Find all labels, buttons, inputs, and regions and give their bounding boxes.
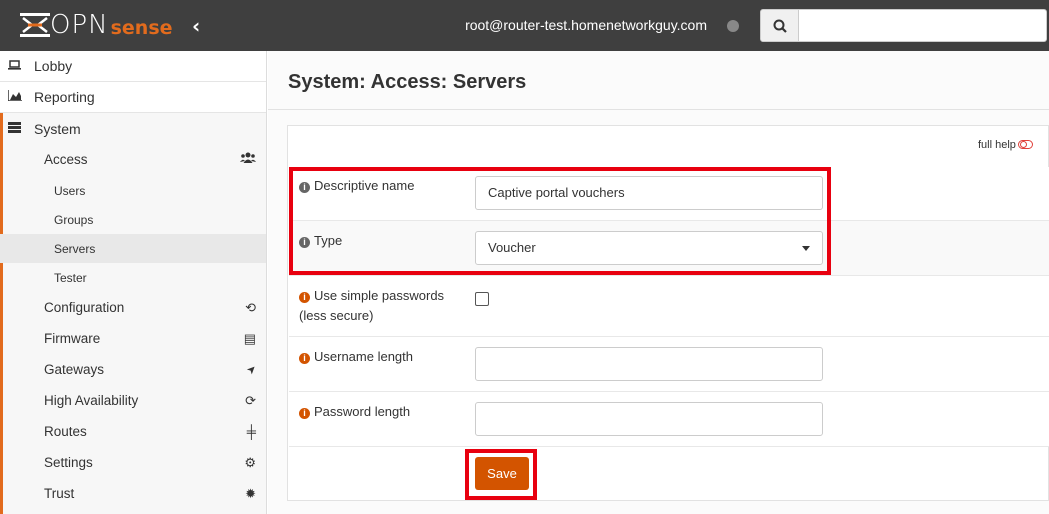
map-signs-icon: ╪: [246, 424, 256, 439]
username-length-input[interactable]: [475, 347, 823, 381]
certificate-icon: ✹: [245, 485, 256, 501]
info-circle-icon[interactable]: i: [299, 292, 310, 303]
sidebar-item-access[interactable]: Access: [0, 144, 266, 175]
sidebar-item-label: Users: [54, 183, 86, 198]
sidebar-item-groups[interactable]: Groups: [0, 205, 266, 234]
location-arrow-icon: ➤: [244, 362, 260, 378]
sidebar-item-label: Firmware: [44, 331, 101, 346]
simple-passwords-checkbox[interactable]: [475, 292, 489, 306]
sidebar-item-trust[interactable]: Trust ✹: [0, 478, 266, 509]
password-length-input[interactable]: [475, 402, 823, 436]
info-circle-icon[interactable]: i: [299, 408, 310, 419]
sidebar-item-tester[interactable]: Tester: [0, 263, 266, 292]
logo-mark-icon: [20, 13, 50, 37]
sidebar-item-label: Trust: [44, 486, 75, 501]
sidebar-item-routes[interactable]: Routes ╪: [0, 416, 266, 447]
building-icon: ▤: [243, 330, 256, 346]
sidebar-item-lobby[interactable]: Lobby: [0, 51, 266, 82]
logo-text: OPN: [50, 10, 109, 40]
sidebar-item-gateways[interactable]: Gateways ➤: [0, 354, 266, 385]
sidebar-item-label: Configuration: [44, 300, 125, 315]
top-navbar: OPN sense ‹ root@router-test.homenetwork…: [0, 0, 1049, 51]
cogs-icon: ⚙: [244, 454, 256, 470]
sidebar-item-label: Settings: [44, 455, 93, 470]
sidebar-item-high-availability[interactable]: High Availability ⟳: [0, 385, 266, 416]
sidebar-item-firmware[interactable]: Firmware ▤: [0, 323, 266, 354]
sidebar-item-label: System: [34, 120, 81, 137]
info-circle-icon[interactable]: i: [299, 353, 310, 364]
highlight-box-name-type: [289, 167, 831, 275]
chevron-left-icon[interactable]: ‹: [192, 14, 200, 38]
sidebar-item-settings[interactable]: Settings ⚙: [0, 447, 266, 478]
sidebar-item-users[interactable]: Users: [0, 176, 266, 205]
sidebar-item-servers[interactable]: Servers: [0, 234, 266, 263]
search-button[interactable]: [760, 9, 799, 42]
laptop-icon: [8, 59, 24, 73]
server-icon: [8, 121, 24, 136]
username-length-label[interactable]: i Username length: [299, 347, 413, 367]
password-length-label[interactable]: i Password length: [299, 402, 410, 422]
full-help-label: full help: [978, 139, 1016, 151]
page-title: System: Access: Servers: [288, 71, 527, 93]
sidebar-item-label: Groups: [54, 212, 94, 227]
sidebar-item-label: High Availability: [44, 393, 139, 408]
sidebar-item-label: Lobby: [34, 58, 73, 74]
sidebar-item-label: Servers: [54, 241, 96, 256]
refresh-icon: ⟳: [245, 392, 256, 408]
sidebar-item-label: Access: [44, 152, 88, 167]
sidebar-item-label: Gateways: [44, 362, 105, 377]
status-indicator[interactable]: [727, 20, 739, 32]
sidebar-item-label: Tester: [54, 270, 87, 285]
logo-sense-text: sense: [110, 17, 173, 39]
opnsense-logo[interactable]: OPN sense: [20, 10, 173, 40]
page-header: System: Access: Servers: [268, 51, 1049, 110]
form-row-username-length: i Username length: [289, 337, 1049, 392]
highlight-box-save: [465, 449, 537, 500]
history-icon: ⟲: [245, 299, 256, 315]
search-icon: [773, 19, 787, 33]
full-help-toggle[interactable]: full help: [978, 139, 1033, 151]
users-icon: [240, 152, 256, 167]
area-chart-icon: [7, 90, 24, 104]
user-menu[interactable]: root@router-test.homenetworkguy.com: [465, 17, 707, 33]
sidebar: Lobby Reporting System Access Users Grou…: [0, 51, 267, 514]
sidebar-item-system[interactable]: System: [0, 113, 266, 144]
sidebar-item-label: Reporting: [34, 89, 95, 105]
sidebar-item-label: Routes: [44, 424, 87, 439]
search-input[interactable]: [798, 9, 1047, 42]
form-row-simple-passwords: i Use simple passwords (less secure): [289, 276, 1049, 337]
sidebar-item-reporting[interactable]: Reporting: [0, 82, 266, 113]
form-row-password-length: i Password length: [289, 392, 1049, 447]
sidebar-item-configuration[interactable]: Configuration ⟲: [0, 292, 266, 323]
simple-passwords-label[interactable]: i Use simple passwords (less secure): [299, 286, 444, 326]
toggle-off-icon: [1017, 140, 1033, 149]
